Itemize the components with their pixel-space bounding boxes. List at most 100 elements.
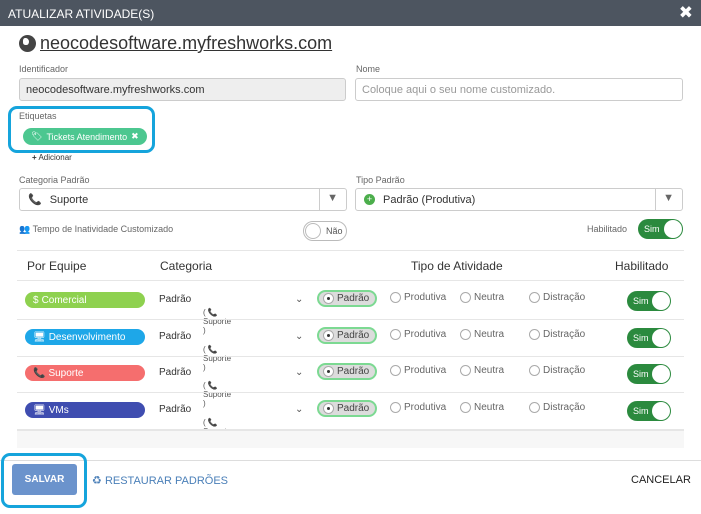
globe-icon — [19, 35, 36, 52]
radio-icon — [529, 402, 540, 413]
row-subcategory: ( 📞 Suporte ) — [203, 345, 232, 372]
activity-radio-1[interactable]: Produtiva — [390, 365, 446, 376]
activity-radio-0[interactable]: Padrão — [317, 327, 378, 344]
save-button[interactable]: SALVAR — [12, 464, 77, 495]
radio-icon — [529, 365, 540, 376]
activity-radio-1[interactable]: Produtiva — [390, 329, 446, 340]
radio-icon — [390, 329, 401, 340]
category-label: Categoria Padrão — [19, 175, 90, 185]
header-enabled: Habilitado — [615, 259, 669, 273]
activity-radio-3[interactable]: Distração — [529, 402, 585, 413]
activity-radio-3[interactable]: Distração — [529, 292, 585, 303]
add-tag-label: Adicionar — [38, 153, 72, 162]
row-category: Padrão — [159, 404, 192, 415]
category-select[interactable]: 📞 Suporte ▼ — [19, 188, 347, 211]
header-team: Por Equipe — [27, 259, 87, 273]
activity-radio-1[interactable]: Produtiva — [390, 402, 446, 413]
phone-icon: 📞 — [33, 367, 46, 379]
category-dropdown-chevron[interactable]: ⌄ — [295, 331, 303, 342]
radio-icon — [323, 366, 334, 377]
header-activity-type: Tipo de Atividade — [411, 259, 503, 273]
radio-icon — [460, 329, 471, 340]
row-subcategory: ( 📞 Suporte ) — [203, 308, 232, 335]
activity-radio-1[interactable]: Produtiva — [390, 292, 446, 303]
row-enabled-toggle[interactable]: Sim — [627, 291, 671, 311]
inactivity-row: 👥 Tempo de Inatividade Customizado — [19, 224, 173, 235]
category-dropdown-chevron[interactable]: ⌄ — [295, 294, 303, 305]
tags-label: Etiquetas — [19, 111, 57, 121]
users-icon: 👥 — [19, 224, 31, 234]
radio-icon — [460, 292, 471, 303]
radio-icon — [390, 365, 401, 376]
radio-icon — [323, 293, 334, 304]
cancel-button[interactable]: CANCELAR — [631, 474, 691, 486]
type-select[interactable]: + Padrão (Produtiva) ▼ — [355, 188, 683, 211]
phone-icon: 📞 — [207, 381, 218, 390]
activity-radio-2[interactable]: Neutra — [460, 402, 504, 413]
enabled-toggle[interactable]: Sim — [638, 219, 683, 239]
type-label: Tipo Padrão — [356, 175, 405, 185]
phone-icon: 📞 — [207, 418, 218, 427]
phone-icon: 📞 — [207, 308, 218, 317]
dollar-icon: $ — [33, 294, 39, 306]
tag-label: Tickets Atendimento — [46, 131, 128, 142]
activity-radio-2[interactable]: Neutra — [460, 292, 504, 303]
name-input[interactable]: Coloque aqui o seu nome customizado. — [355, 78, 683, 101]
row-category: Padrão — [159, 331, 192, 342]
recycle-icon: ♻ — [92, 475, 102, 487]
chevron-down-icon: ▼ — [663, 192, 674, 204]
phone-icon: 📞 — [28, 194, 42, 206]
radio-icon — [460, 402, 471, 413]
activity-radio-0[interactable]: Padrão — [317, 363, 378, 380]
category-dropdown-chevron[interactable]: ⌄ — [295, 367, 303, 378]
restore-defaults-button[interactable]: ♻ RESTAURAR PADRÕES — [92, 474, 228, 487]
restore-label: RESTAURAR PADRÕES — [104, 475, 228, 487]
window-titlebar: ATUALIZAR ATIVIDADE(S) ✖ — [0, 0, 701, 26]
activity-radio-2[interactable]: Neutra — [460, 365, 504, 376]
site-domain-link[interactable]: neocodesoftware.myfreshworks.com — [40, 33, 332, 54]
activity-radio-3[interactable]: Distração — [529, 365, 585, 376]
tag-chip[interactable]: 🏷 Tickets Atendimento ✖ — [23, 128, 147, 145]
header-category: Categoria — [160, 259, 213, 273]
activity-radio-3[interactable]: Distração — [529, 329, 585, 340]
add-tag-link[interactable]: + Adicionar — [32, 153, 72, 162]
row-enabled-toggle[interactable]: Sim — [627, 364, 671, 384]
monitor-icon: 🖥 — [33, 404, 46, 416]
radio-icon — [323, 403, 334, 414]
activity-radio-2[interactable]: Neutra — [460, 329, 504, 340]
inactivity-toggle[interactable]: Não — [303, 221, 347, 241]
name-label: Nome — [356, 64, 381, 74]
activity-radio-0[interactable]: Padrão — [317, 400, 378, 417]
radio-icon — [390, 292, 401, 303]
team-pill: 📞 Suporte — [25, 365, 145, 381]
site-title: neocodesoftware.myfreshworks.com — [19, 33, 332, 54]
radio-icon — [390, 402, 401, 413]
row-enabled-toggle[interactable]: Sim — [627, 328, 671, 348]
identifier-label: Identificador — [19, 64, 69, 74]
teams-table: Por Equipe Categoria Tipo de Atividade H… — [17, 250, 684, 448]
team-name: Desenvolvimento — [48, 331, 126, 343]
team-pill: 🖥 VMs — [25, 402, 145, 418]
radio-icon — [529, 329, 540, 340]
radio-icon — [529, 292, 540, 303]
category-value: Suporte — [49, 193, 89, 206]
tag-icon: 🏷 — [31, 131, 43, 141]
identifier-field: neocodesoftware.myfreshworks.com — [19, 78, 346, 101]
remove-tag-icon[interactable]: ✖ — [131, 131, 139, 142]
close-icon[interactable]: ✖ — [679, 3, 693, 23]
team-name: VMs — [48, 404, 69, 416]
chevron-down-icon: ▼ — [327, 192, 338, 204]
team-pill: $ Comercial — [25, 292, 145, 308]
team-name: Comercial — [41, 294, 87, 306]
row-subcategory: ( 📞 Suporte ) — [203, 381, 232, 408]
category-dropdown-chevron[interactable]: ⌄ — [295, 404, 303, 415]
team-name: Suporte — [48, 367, 84, 379]
team-pill: 🖥 Desenvolvimento — [25, 329, 145, 345]
activity-radio-0[interactable]: Padrão — [317, 290, 378, 307]
row-category: Padrão — [159, 367, 192, 378]
monitor-icon: 🖥 — [33, 331, 46, 343]
radio-icon — [323, 330, 334, 341]
enabled-label: Habilitado — [587, 224, 628, 234]
row-enabled-toggle[interactable]: Sim — [627, 401, 671, 421]
plus-circle-icon: + — [364, 194, 375, 205]
